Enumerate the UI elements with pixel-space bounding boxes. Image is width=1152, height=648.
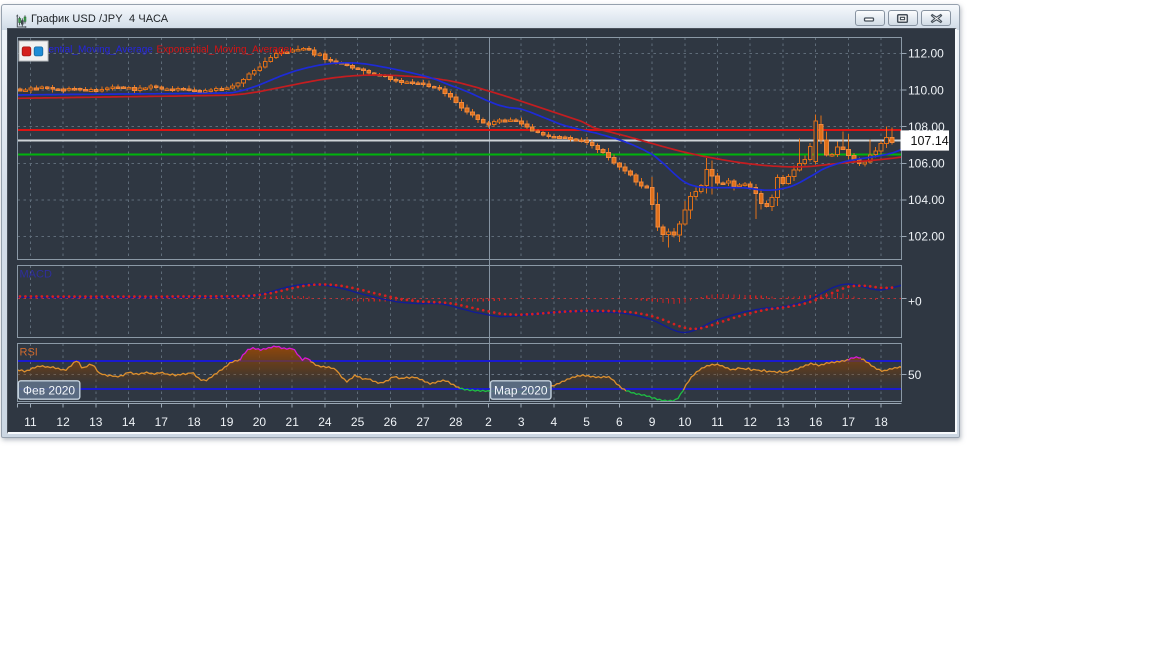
svg-text:25: 25 bbox=[351, 415, 365, 429]
svg-text:ential_Moving_Average: ential_Moving_Average bbox=[49, 45, 154, 56]
svg-text:21: 21 bbox=[286, 415, 300, 429]
svg-text:12: 12 bbox=[56, 415, 70, 429]
svg-text:13: 13 bbox=[89, 415, 103, 429]
svg-text:11: 11 bbox=[24, 415, 37, 429]
svg-text:24: 24 bbox=[318, 415, 332, 429]
svg-text:20: 20 bbox=[253, 415, 267, 429]
svg-text:9: 9 bbox=[649, 415, 656, 429]
svg-text:107.14: 107.14 bbox=[911, 134, 949, 148]
svg-text:50: 50 bbox=[908, 368, 922, 382]
svg-text:28: 28 bbox=[449, 415, 463, 429]
svg-text:4: 4 bbox=[551, 415, 558, 429]
svg-text:2: 2 bbox=[485, 415, 492, 429]
svg-text:RSI: RSI bbox=[20, 346, 38, 358]
svg-text:10: 10 bbox=[678, 415, 692, 429]
svg-text:110.00: 110.00 bbox=[908, 83, 944, 97]
svg-text:12: 12 bbox=[744, 415, 758, 429]
svg-text:18: 18 bbox=[187, 415, 201, 429]
svg-text:6: 6 bbox=[616, 415, 623, 429]
svg-text:27: 27 bbox=[416, 415, 430, 429]
svg-text:17: 17 bbox=[842, 415, 856, 429]
svg-text:14: 14 bbox=[122, 415, 136, 429]
svg-text:26: 26 bbox=[384, 415, 398, 429]
svg-text:112.00: 112.00 bbox=[908, 47, 944, 61]
svg-text:18: 18 bbox=[874, 415, 888, 429]
svg-text:104.00: 104.00 bbox=[908, 193, 945, 207]
svg-text:11: 11 bbox=[711, 415, 724, 429]
svg-text:102.00: 102.00 bbox=[908, 230, 945, 244]
svg-text:17: 17 bbox=[155, 415, 169, 429]
svg-text:Exponential_Moving_Averageı: Exponential_Moving_Averageı bbox=[157, 45, 292, 56]
svg-text:+0: +0 bbox=[908, 294, 922, 308]
svg-text:Фев 2020: Фев 2020 bbox=[23, 383, 76, 397]
svg-text:Мар 2020: Мар 2020 bbox=[494, 383, 548, 397]
svg-text:19: 19 bbox=[220, 415, 234, 429]
svg-text:16: 16 bbox=[809, 415, 823, 429]
svg-text:3: 3 bbox=[518, 415, 525, 429]
svg-text:106.00: 106.00 bbox=[908, 157, 945, 171]
svg-text:5: 5 bbox=[583, 415, 590, 429]
svg-text:13: 13 bbox=[776, 415, 790, 429]
svg-text:MACD: MACD bbox=[20, 268, 52, 280]
svg-text:.: . bbox=[153, 45, 156, 56]
